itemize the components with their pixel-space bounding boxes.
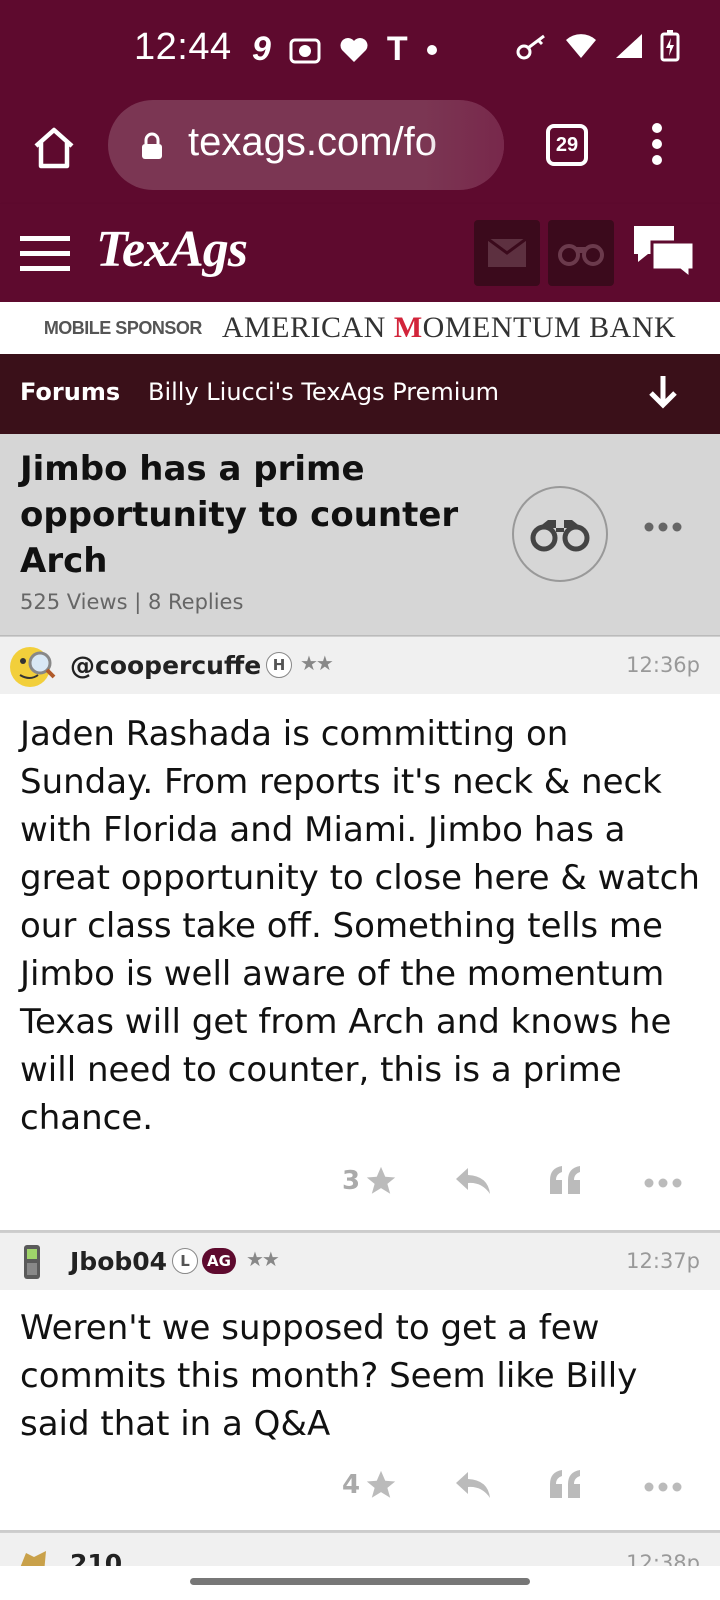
rank-stars: ★★ (300, 651, 334, 675)
dot-icon (426, 44, 437, 55)
nine-app-icon: 9 (252, 30, 271, 68)
thread-meta: 525 Views | 8 Replies (20, 590, 244, 614)
hamburger-menu-icon[interactable] (20, 234, 70, 272)
avatar[interactable] (10, 1239, 56, 1285)
battery-charging-icon (660, 30, 680, 62)
more-vert-icon[interactable] (650, 122, 664, 166)
avatar[interactable] (10, 643, 56, 689)
chat-icon[interactable] (630, 222, 698, 282)
post-header: Jbob04 L AG ★★ 12:37p (0, 1232, 720, 1290)
quote-icon[interactable] (548, 1468, 582, 1500)
lock-icon (142, 132, 162, 159)
post-header: @coopercuffe H ★★ 12:36p (0, 636, 720, 694)
camera-icon (289, 38, 321, 63)
forum-breadcrumb: Forums Billy Liucci's TexAgs Premium (0, 354, 720, 434)
site-header: TexAgs (0, 204, 720, 302)
thread-title: Jimbo has a prime opportunity to counter… (20, 449, 459, 581)
watchlist-button[interactable] (548, 220, 614, 286)
post-body: Jaden Rashada is committing on Sunday. F… (20, 714, 700, 1138)
more-horiz-icon[interactable] (644, 1482, 682, 1492)
binoculars-icon (530, 520, 590, 552)
binoculars-icon (558, 244, 604, 266)
status-time: 12:44 (134, 26, 232, 68)
post-time: 12:37p (626, 1249, 700, 1273)
url-text: texags.com/fo (188, 120, 438, 164)
t-app-icon: T (386, 30, 408, 68)
post-actions: 3 (0, 1154, 720, 1214)
star-button[interactable]: 3 (342, 1164, 398, 1198)
badge-h: H (266, 652, 292, 678)
post-actions: 4 (0, 1458, 720, 1518)
browser-toolbar: texags.com/fo 29 (0, 96, 720, 204)
tab-switcher-button[interactable]: 29 (546, 124, 588, 166)
more-horiz-icon[interactable] (644, 1178, 682, 1188)
badge-ag: AG (202, 1248, 236, 1274)
forum-name-link[interactable]: Billy Liucci's TexAgs Premium (148, 378, 499, 406)
status-bar: 12:44 9 T (0, 0, 720, 96)
rank-stars: ★★ (246, 1247, 280, 1271)
post-body: Weren't we supposed to get a few commits… (20, 1308, 638, 1444)
signal-icon (616, 34, 642, 58)
star-icon (366, 1166, 396, 1194)
forums-link[interactable]: Forums (20, 378, 120, 406)
texags-logo[interactable]: TexAgs (96, 220, 248, 279)
star-button[interactable]: 4 (342, 1468, 398, 1502)
reply-icon[interactable] (454, 1164, 492, 1196)
messages-button[interactable] (474, 220, 540, 286)
post-time: 12:36p (626, 653, 700, 677)
thread-header: Jimbo has a prime opportunity to counter… (0, 434, 720, 636)
sponsor-label: MOBILE SPONSOR (43, 317, 203, 338)
mail-icon (488, 239, 526, 267)
sponsor-name: AMERICAN MOMENTUM BANK (221, 311, 677, 344)
gesture-nav-handle[interactable] (190, 1578, 530, 1585)
post-username[interactable]: Jbob04 (70, 1247, 167, 1276)
arrow-down-icon[interactable] (648, 374, 678, 410)
wifi-icon (566, 34, 596, 58)
watch-thread-button[interactable] (512, 486, 608, 582)
key-icon (516, 34, 545, 60)
home-icon[interactable] (30, 124, 78, 172)
quote-icon[interactable] (548, 1164, 582, 1196)
more-horiz-icon[interactable] (644, 522, 682, 532)
badge-l: L (172, 1248, 198, 1274)
address-bar[interactable]: texags.com/fo (108, 100, 504, 190)
post-username[interactable]: @coopercuffe (70, 651, 261, 680)
reply-icon[interactable] (454, 1468, 492, 1500)
star-icon (366, 1470, 396, 1498)
star-count: 3 (342, 1166, 361, 1196)
heart-icon (340, 37, 368, 62)
star-count: 4 (342, 1470, 361, 1500)
sponsor-banner[interactable]: MOBILE SPONSOR AMERICAN MOMENTUM BANK (0, 302, 720, 354)
